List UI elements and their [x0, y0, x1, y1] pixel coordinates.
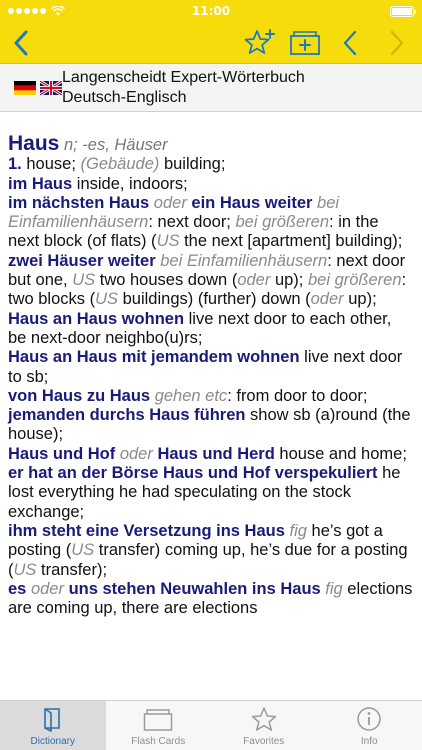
tab-info[interactable]: Info [317, 701, 422, 750]
tab-dictionary[interactable]: Dictionary [0, 701, 106, 750]
star-icon [251, 707, 276, 731]
grammar-info: n; -es, Häuser [63, 136, 168, 154]
add-favorite-button[interactable] [242, 26, 278, 60]
dictionary-entry: Haus n; -es, Häuser 1. house; (Gebäude) … [0, 112, 422, 700]
german-flag-icon [14, 80, 36, 95]
status-right [390, 5, 416, 17]
phrase-10[interactable]: ihm steht eine Versetzung ins Haus fig h… [8, 522, 414, 580]
headword: Haus [8, 132, 60, 155]
dictionary-title-line1: Langenscheidt Expert-Wörterbuch [62, 68, 305, 86]
chevron-right-icon [390, 30, 404, 56]
add-to-flashcards-icon [290, 31, 320, 55]
tab-dictionary-label: Dictionary [30, 736, 75, 747]
dictionary-header: Langenscheidt Expert-Wörterbuch Deutsch-… [0, 64, 422, 112]
phrase-9[interactable]: er hat an der Börse Haus und Hof verspek… [8, 464, 414, 522]
phrase-7[interactable]: jemanden durchs Haus führen show sb (a)r… [8, 406, 414, 445]
book-icon [43, 708, 60, 732]
tab-flash-cards-label: Flash Cards [131, 736, 186, 747]
chevron-left-icon [343, 30, 357, 56]
status-time: 11:00 [191, 4, 231, 18]
previous-entry-button[interactable] [333, 26, 367, 60]
uk-flag-icon [40, 80, 62, 95]
tab-bar: Dictionary Flash Cards Favorites Info [0, 700, 422, 750]
dictionary-title-line2: Deutsch-Englisch [62, 88, 187, 106]
next-entry-button[interactable] [380, 26, 414, 60]
phrase-3[interactable]: zwei Häuser weiter bei Einfamilienhäuser… [8, 252, 414, 310]
phrase-8[interactable]: Haus und Hof oder Haus und Herd house an… [8, 445, 414, 464]
sense-1: 1. house; (Gebäude) building; [8, 155, 226, 174]
star-plus-icon [244, 29, 275, 54]
phrase-11[interactable]: es oder uns stehen Neuwahlen ins Haus fi… [8, 580, 414, 619]
navigation-bar [0, 22, 422, 64]
battery-icon [390, 5, 416, 17]
info-icon [357, 707, 381, 731]
phrase-2[interactable]: im nächsten Haus oder ein Haus weiter be… [8, 194, 414, 252]
tab-favorites-label: Favorites [243, 736, 285, 747]
tab-info-label: Info [360, 736, 378, 747]
status-bar: 11:00 [0, 0, 422, 22]
phrase-4[interactable]: Haus an Haus wohnen live next door to ea… [8, 310, 414, 349]
tab-flash-cards[interactable]: Flash Cards [106, 701, 212, 750]
dictionary-title: Langenscheidt Expert-Wörterbuch Deutsch-… [62, 68, 305, 108]
add-flashcard-button[interactable] [287, 26, 323, 60]
phrase-1[interactable]: im Haus inside, indoors; [8, 175, 414, 194]
language-flags [0, 80, 62, 95]
phrase-5[interactable]: Haus an Haus mit jemandem wohnen live ne… [8, 348, 414, 387]
phrase-6[interactable]: von Haus zu Haus gehen etc: from door to… [8, 387, 414, 406]
chevron-left-icon [14, 30, 28, 56]
cards-icon [144, 709, 173, 731]
sense-number: 1. [8, 155, 22, 174]
headword-line: Haus n; -es, Häuser [8, 132, 414, 155]
back-button[interactable] [4, 26, 38, 60]
tab-favorites[interactable]: Favorites [211, 701, 317, 750]
